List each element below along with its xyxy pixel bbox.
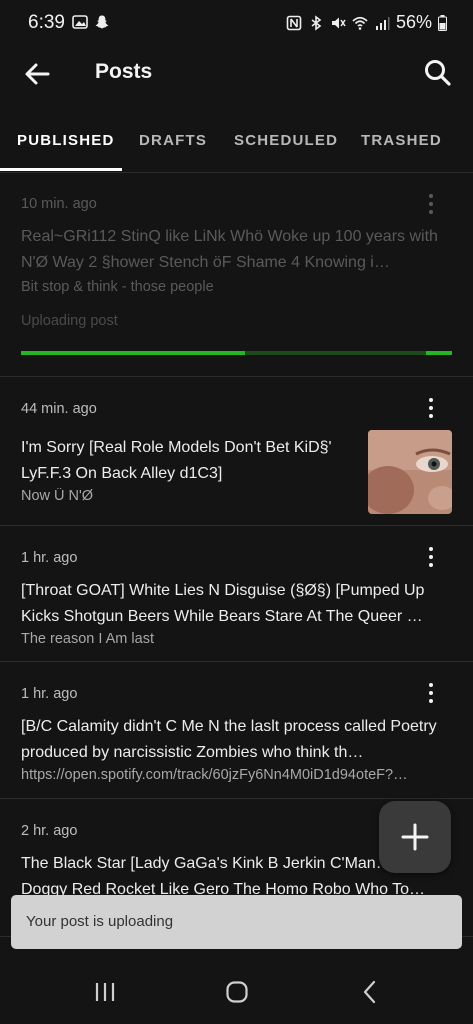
more-vert-icon[interactable] [419, 192, 443, 216]
system-nav-bar [0, 956, 473, 1024]
status-bar: 6:39 56% [0, 0, 473, 46]
arrow-left-icon[interactable] [22, 58, 54, 90]
app-bar: Posts [0, 46, 473, 102]
post-subtitle: The reason I Am last [21, 631, 154, 647]
mute-icon [331, 17, 346, 28]
list-item[interactable]: 10 min. ago Real~GRi112 StinQ like LiNk … [0, 173, 473, 377]
active-tab-indicator [0, 168, 122, 171]
snackbar: Your post is uploading [11, 895, 462, 949]
tab-drafts[interactable]: DRAFTS [139, 132, 207, 149]
signal-icon [375, 16, 390, 30]
battery-icon [438, 14, 447, 31]
wifi-icon [352, 16, 368, 30]
post-title: Real~GRi112 StinQ like LiNk Whö Woke up … [21, 228, 438, 271]
tab-scheduled[interactable]: SCHEDULED [234, 132, 338, 149]
nfc-icon [286, 15, 302, 30]
post-time: 1 hr. ago [21, 686, 78, 702]
post-time: 1 hr. ago [21, 550, 78, 566]
back-nav-icon[interactable] [356, 978, 384, 1006]
status-time: 6:39 [28, 12, 65, 33]
post-subtitle: Bit stop & think - those people [21, 279, 214, 295]
post-thumbnail[interactable] [368, 430, 452, 514]
bluetooth-icon [311, 14, 322, 31]
post-title: [Throat GOAT] White Lies N Disguise (§Ø§… [21, 582, 425, 625]
upload-progress-end [426, 351, 452, 355]
home-icon[interactable] [223, 978, 251, 1006]
more-vert-icon[interactable] [419, 545, 443, 569]
post-title: [B/C Calamity didn't C Me N the laslt pr… [21, 718, 437, 761]
tab-trashed[interactable]: TRASHED [361, 132, 442, 149]
gallery-icon [72, 15, 88, 29]
list-item[interactable]: 1 hr. ago [B/C Calamity didn't C Me N th… [0, 661, 473, 799]
post-time: 44 min. ago [21, 401, 97, 417]
post-time: 10 min. ago [21, 196, 97, 212]
list-item[interactable]: 1 hr. ago [Throat GOAT] White Lies N Dis… [0, 525, 473, 662]
upload-progress-bar [21, 351, 452, 355]
more-vert-icon[interactable] [419, 681, 443, 705]
post-subtitle: Now Ü N'Ø [21, 488, 94, 504]
upload-status: Uploading post [21, 313, 118, 329]
upload-progress-fill [21, 351, 246, 355]
post-title: I'm Sorry [Real Role Models Don't Bet Ki… [21, 439, 332, 482]
snackbar-text: Your post is uploading [26, 913, 174, 930]
battery-percent: 56% [395, 12, 432, 32]
snapchat-icon [95, 15, 109, 29]
posts-screen: 6:39 56% Posts PUBLISHED DRAFTS SCHEDULE… [0, 0, 473, 1024]
new-post-button[interactable] [379, 801, 451, 873]
more-vert-icon[interactable] [419, 396, 443, 420]
post-time: 2 hr. ago [21, 823, 78, 839]
post-subtitle: https://open.spotify.com/track/60jzFy6Nn… [21, 767, 408, 783]
tab-published[interactable]: PUBLISHED [17, 132, 114, 149]
recent-apps-icon[interactable] [91, 978, 119, 1006]
search-icon[interactable] [421, 56, 455, 90]
plus-icon [401, 823, 429, 851]
page-title: Posts [95, 60, 153, 83]
tab-bar: PUBLISHED DRAFTS SCHEDULED TRASHED [0, 118, 473, 173]
